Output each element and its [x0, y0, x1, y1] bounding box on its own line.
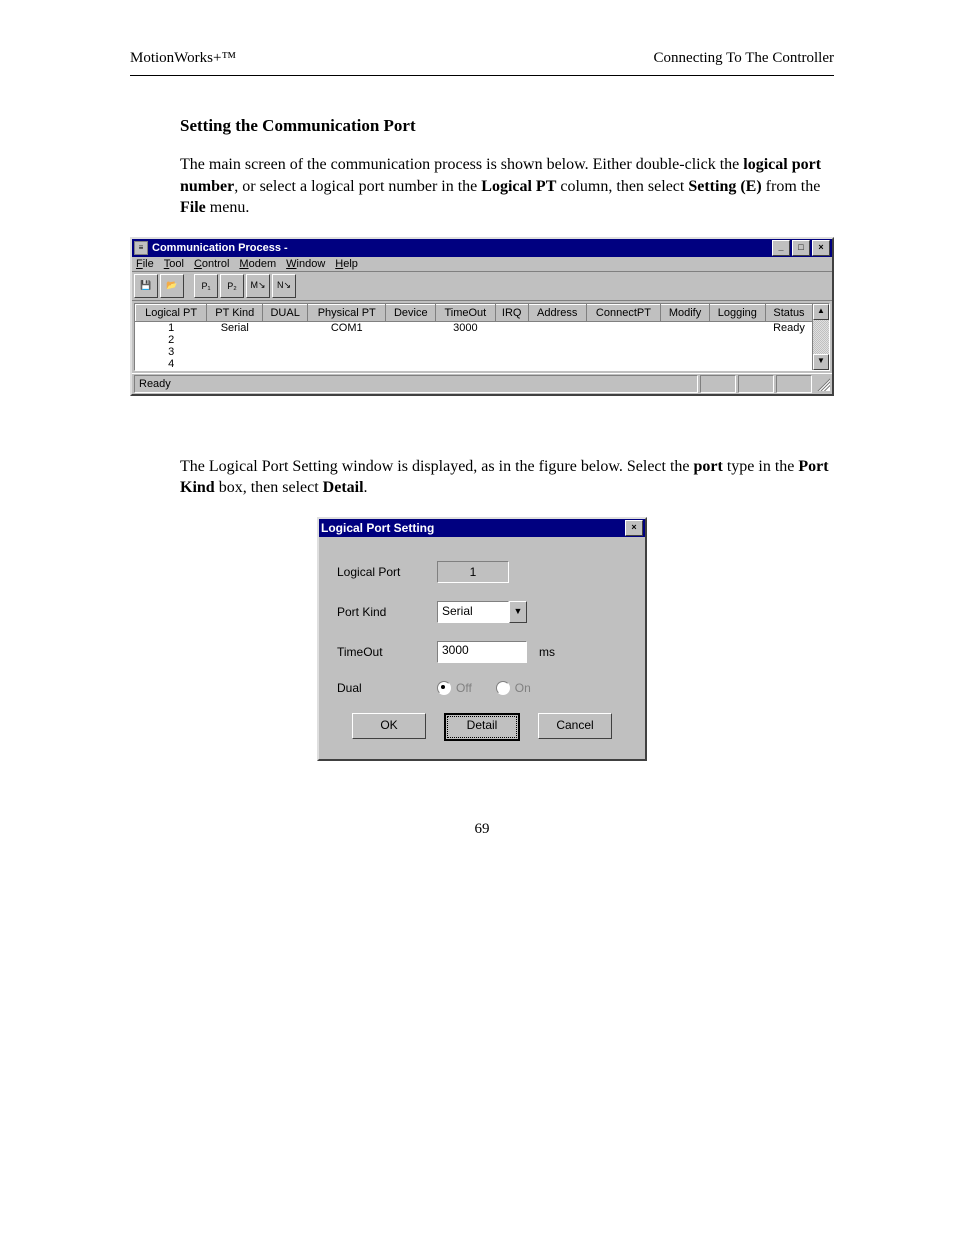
table-row[interactable]: 1 Serial COM1 3000 Ready [136, 321, 813, 334]
status-pane-3 [776, 375, 812, 393]
grid-header-row: Logical PT PT Kind DUAL Physical PT Devi… [136, 304, 813, 321]
status-pane-1 [700, 375, 736, 393]
toolbar-save-icon[interactable]: 💾 [134, 274, 158, 298]
menu-modem[interactable]: Modem [239, 258, 276, 270]
label-timeout: TimeOut [337, 645, 437, 659]
col-logging[interactable]: Logging [709, 304, 765, 321]
col-status[interactable]: Status [765, 304, 812, 321]
detail-button[interactable]: Detail [444, 713, 520, 741]
header-left: MotionWorks+™ [130, 50, 236, 67]
dialog-title: Logical Port Setting [321, 521, 434, 535]
toolbar-p1-icon[interactable]: P₁ [194, 274, 218, 298]
timeout-input[interactable]: 3000 [437, 641, 527, 663]
minimize-button[interactable]: _ [772, 240, 790, 256]
dual-off-radio[interactable]: Off [437, 681, 472, 695]
maximize-button[interactable]: □ [792, 240, 810, 256]
label-port-kind: Port Kind [337, 605, 437, 619]
toolbar: 💾 📂 P₁ P₂ M↘ N↘ [132, 272, 832, 301]
menu-control[interactable]: Control [194, 258, 229, 270]
col-device[interactable]: Device [386, 304, 436, 321]
table-row[interactable]: 2 [136, 334, 813, 346]
page-number: 69 [130, 821, 834, 838]
status-pane-2 [738, 375, 774, 393]
status-text: Ready [134, 375, 698, 393]
section-title: Setting the Communication Port [180, 116, 834, 136]
table-row[interactable]: 4 [136, 358, 813, 370]
label-logical-port: Logical Port [337, 565, 437, 579]
port-kind-value: Serial [437, 601, 509, 623]
menu-window[interactable]: Window [286, 258, 325, 270]
toolbar-m-icon[interactable]: M↘ [246, 274, 270, 298]
paragraph-2: The Logical Port Setting window is displ… [180, 456, 834, 499]
col-irq[interactable]: IRQ [495, 304, 528, 321]
dialog-titlebar[interactable]: Logical Port Setting × [319, 519, 645, 537]
dual-on-radio[interactable]: On [496, 681, 531, 695]
col-dual[interactable]: DUAL [263, 304, 308, 321]
label-dual: Dual [337, 681, 437, 695]
col-connectpt[interactable]: ConnectPT [586, 304, 661, 321]
col-address[interactable]: Address [528, 304, 586, 321]
scroll-up-icon[interactable]: ▲ [813, 304, 829, 320]
col-pt-kind[interactable]: PT Kind [207, 304, 263, 321]
timeout-unit: ms [539, 645, 555, 659]
header-right: Connecting To The Controller [654, 50, 834, 67]
radio-icon [437, 681, 451, 695]
col-modify[interactable]: Modify [661, 304, 709, 321]
dialog-close-button[interactable]: × [625, 520, 643, 536]
scroll-down-icon[interactable]: ▼ [813, 354, 829, 370]
header-rule [130, 75, 834, 76]
statusbar: Ready [132, 373, 832, 394]
resize-grip-icon[interactable] [814, 375, 830, 391]
col-logical-pt[interactable]: Logical PT [136, 304, 207, 321]
col-physical-pt[interactable]: Physical PT [308, 304, 386, 321]
menu-tool[interactable]: Tool [164, 258, 184, 270]
menu-file[interactable]: File [136, 258, 154, 270]
communication-process-window: ≡ Communication Process - _ □ × File Too… [130, 237, 834, 396]
menubar: File Tool Control Modem Window Help [132, 257, 832, 272]
window-title: Communication Process - [152, 242, 288, 254]
radio-icon [496, 681, 510, 695]
value-logical-port: 1 [437, 561, 509, 583]
close-button[interactable]: × [812, 240, 830, 256]
app-icon: ≡ [134, 241, 148, 255]
toolbar-open-icon[interactable]: 📂 [160, 274, 184, 298]
paragraph-1: The main screen of the communication pro… [180, 154, 834, 219]
ok-button[interactable]: OK [352, 713, 426, 739]
cancel-button[interactable]: Cancel [538, 713, 612, 739]
table-row[interactable]: 3 [136, 346, 813, 358]
grid-scrollbar[interactable]: ▲ ▼ [812, 304, 829, 370]
port-grid: Logical PT PT Kind DUAL Physical PT Devi… [134, 303, 830, 371]
menu-help[interactable]: Help [335, 258, 358, 270]
toolbar-p2-icon[interactable]: P₂ [220, 274, 244, 298]
logical-port-setting-dialog: Logical Port Setting × Logical Port 1 Po… [317, 517, 647, 761]
chevron-down-icon[interactable]: ▼ [509, 601, 527, 623]
col-timeout[interactable]: TimeOut [436, 304, 495, 321]
port-kind-select[interactable]: Serial ▼ [437, 601, 527, 623]
toolbar-n-icon[interactable]: N↘ [272, 274, 296, 298]
titlebar[interactable]: ≡ Communication Process - _ □ × [132, 239, 832, 257]
